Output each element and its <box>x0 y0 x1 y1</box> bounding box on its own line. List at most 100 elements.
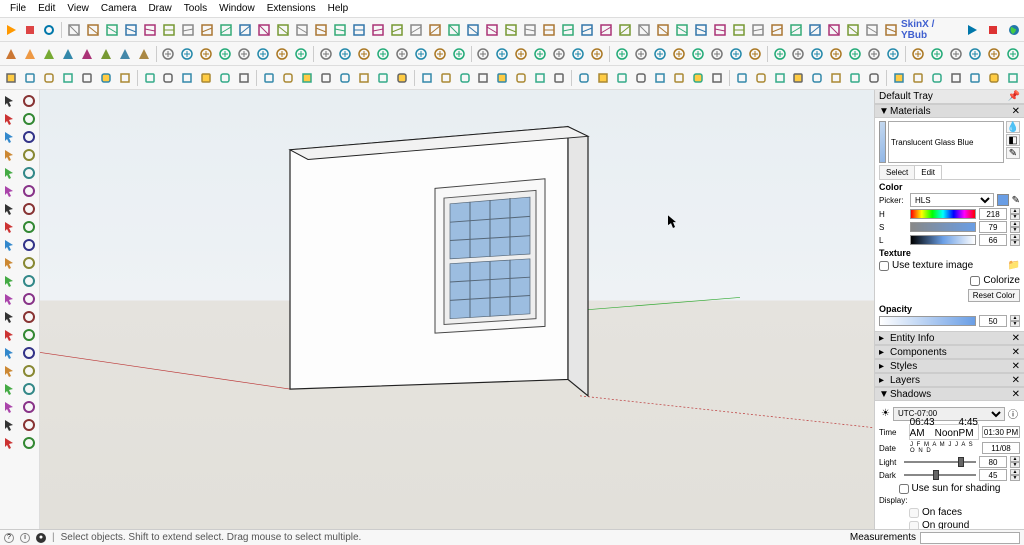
tool3-icon-14[interactable] <box>279 69 297 87</box>
tool2-icon-11[interactable] <box>216 45 234 63</box>
tool3-icon-46[interactable] <box>909 69 927 87</box>
tool3-icon-20[interactable] <box>393 69 411 87</box>
tool3-icon-12[interactable] <box>235 69 253 87</box>
dark-slider[interactable] <box>904 470 976 480</box>
axes-icon[interactable] <box>21 254 38 271</box>
tool2-icon-7[interactable] <box>135 45 153 63</box>
tool-icon-19[interactable] <box>426 21 444 39</box>
tool2-icon-48[interactable] <box>947 45 965 63</box>
tool-icon-39[interactable] <box>806 21 824 39</box>
menu-draw[interactable]: Draw <box>142 1 177 16</box>
opacity-slider[interactable] <box>879 316 976 326</box>
poly-icon[interactable] <box>2 164 19 181</box>
tool3-icon-39[interactable] <box>771 69 789 87</box>
tool2-icon-40[interactable] <box>790 45 808 63</box>
look-icon[interactable] <box>2 326 19 343</box>
protractor-icon[interactable] <box>2 236 19 253</box>
tool3-icon-15[interactable] <box>298 69 316 87</box>
tool2-icon-20[interactable] <box>393 45 411 63</box>
menu-extensions[interactable]: Extensions <box>261 1 322 16</box>
tool3-icon-49[interactable] <box>966 69 984 87</box>
tool2-icon-31[interactable] <box>613 45 631 63</box>
sat-input[interactable] <box>979 221 1007 233</box>
section-icon[interactable] <box>2 272 19 289</box>
tool2-icon-25[interactable] <box>493 45 511 63</box>
tool2-icon-35[interactable] <box>689 45 707 63</box>
dims-icon[interactable] <box>2 254 19 271</box>
cursor-icon[interactable] <box>2 92 19 109</box>
tool3-icon-26[interactable] <box>512 69 530 87</box>
tool-icon-2[interactable] <box>103 21 121 39</box>
rotate-icon[interactable] <box>2 182 19 199</box>
tool2-icon-1[interactable] <box>21 45 39 63</box>
tool2-icon-13[interactable] <box>254 45 272 63</box>
tool-icon-12[interactable] <box>293 21 311 39</box>
lum-spinner[interactable]: ▲▼ <box>1010 234 1020 246</box>
tool3-icon-0[interactable] <box>2 69 20 87</box>
use-sun-checkbox[interactable] <box>899 484 909 494</box>
lt-icon[interactable] <box>2 416 19 433</box>
tool-icon-14[interactable] <box>331 21 349 39</box>
tool3-icon-19[interactable] <box>374 69 392 87</box>
tool-icon-40[interactable] <box>825 21 843 39</box>
tool3-icon-4[interactable] <box>78 69 96 87</box>
record-icon[interactable] <box>984 21 1001 39</box>
tool3-icon-7[interactable] <box>141 69 159 87</box>
tool2-icon-37[interactable] <box>727 45 745 63</box>
material-swatch[interactable] <box>879 121 886 163</box>
tool2-icon-38[interactable] <box>746 45 764 63</box>
tray-title-bar[interactable]: Default Tray 📌 <box>875 90 1024 104</box>
styles-header[interactable]: ▸Styles✕ <box>875 359 1024 373</box>
tool2-icon-10[interactable] <box>197 45 215 63</box>
tool3-icon-51[interactable] <box>1004 69 1022 87</box>
tool-icon-15[interactable] <box>350 21 368 39</box>
line-icon[interactable] <box>21 110 38 127</box>
tool2-icon-29[interactable] <box>569 45 587 63</box>
tool3-icon-32[interactable] <box>632 69 650 87</box>
lt-icon[interactable] <box>21 326 38 343</box>
tool2-icon-12[interactable] <box>235 45 253 63</box>
tool3-icon-40[interactable] <box>790 69 808 87</box>
tool3-icon-24[interactable] <box>475 69 493 87</box>
tool-icon-20[interactable] <box>445 21 463 39</box>
hue-slider[interactable] <box>910 209 976 219</box>
pencil-icon[interactable] <box>2 110 19 127</box>
tool3-icon-50[interactable] <box>985 69 1003 87</box>
lt-icon[interactable] <box>21 380 38 397</box>
tool3-icon-38[interactable] <box>752 69 770 87</box>
tool-icon-5[interactable] <box>160 21 178 39</box>
shadow-info-icon[interactable]: ⓘ <box>1008 406 1018 421</box>
time-slider[interactable]: 06:43 AMNoon4:45 PM <box>909 424 979 440</box>
tool2-icon-15[interactable] <box>292 45 310 63</box>
tape-icon[interactable] <box>21 218 38 235</box>
tool2-icon-39[interactable] <box>771 45 789 63</box>
tool3-icon-22[interactable] <box>437 69 455 87</box>
rect-icon[interactable] <box>2 146 19 163</box>
tool-icon-3[interactable] <box>122 21 140 39</box>
tool3-icon-27[interactable] <box>531 69 549 87</box>
hue-input[interactable] <box>979 208 1007 220</box>
tool3-icon-43[interactable] <box>846 69 864 87</box>
tool2-icon-30[interactable] <box>588 45 606 63</box>
tool2-icon-17[interactable] <box>336 45 354 63</box>
tool2-icon-19[interactable] <box>374 45 392 63</box>
use-texture-checkbox[interactable] <box>879 261 889 271</box>
tool2-icon-41[interactable] <box>808 45 826 63</box>
tool-icon-21[interactable] <box>464 21 482 39</box>
time-input[interactable] <box>982 426 1020 438</box>
tool2-icon-18[interactable] <box>355 45 373 63</box>
tool-icon-0[interactable] <box>65 21 83 39</box>
tool2-icon-8[interactable] <box>160 45 178 63</box>
tool2-icon-4[interactable] <box>78 45 96 63</box>
tool2-icon-33[interactable] <box>651 45 669 63</box>
tool3-icon-25[interactable] <box>493 69 511 87</box>
tool-icon-31[interactable] <box>654 21 672 39</box>
tool3-icon-13[interactable] <box>260 69 278 87</box>
tool-icon-34[interactable] <box>711 21 729 39</box>
tab-select[interactable]: Select <box>879 165 915 179</box>
tool2-icon-0[interactable] <box>2 45 20 63</box>
tool3-icon-48[interactable] <box>947 69 965 87</box>
earth-icon[interactable] <box>1005 21 1022 39</box>
lt-icon[interactable] <box>2 380 19 397</box>
sample-paint-icon[interactable]: 💧 <box>1006 121 1020 133</box>
